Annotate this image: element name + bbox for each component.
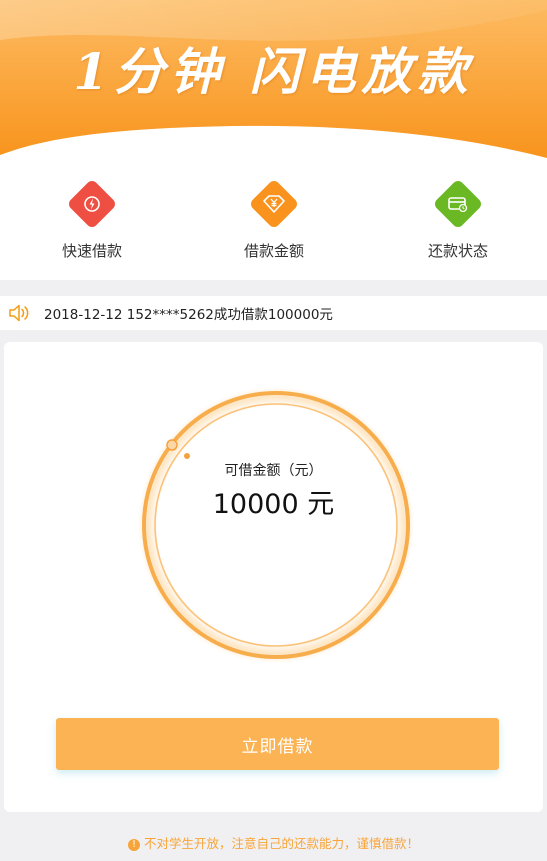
available-amount-value: 10000 元: [212, 489, 335, 520]
header-banner: 1分钟 闪电放款: [0, 0, 547, 160]
loan-card: 可借金额（元） 10000 元 立即借款: [4, 342, 543, 812]
footer-warning: ! 不对学生开放，注意自己的还款能力，谨慎借款！: [0, 833, 547, 852]
amount-ring: [138, 387, 414, 663]
menu-label: 快速借款: [61, 242, 122, 260]
menu-item-loan-amount[interactable]: 借款金额: [214, 178, 334, 261]
banner-title: 1分钟 闪电放款: [73, 42, 474, 101]
borrow-now-button[interactable]: 立即借款: [56, 718, 499, 770]
menu-item-quick-loan[interactable]: 快速借款: [32, 178, 152, 261]
lightning-icon: [66, 178, 118, 230]
notice-bar: 2018-12-12 152****5262成功借款100000元: [0, 296, 547, 330]
quick-menu: 快速借款 借款金额 还款状态: [0, 160, 547, 280]
menu-label: 借款金额: [243, 242, 304, 260]
menu-label: 还款状态: [427, 242, 488, 260]
card-status-icon: [432, 178, 484, 230]
speaker-icon: [8, 302, 32, 324]
available-amount-label: 可借金额（元）: [224, 463, 323, 479]
warning-text: 不对学生开放，注意自己的还款能力，谨慎借款！: [143, 836, 419, 851]
menu-item-repayment-status[interactable]: 还款状态: [398, 178, 518, 261]
warning-icon: !: [127, 838, 140, 851]
yen-tag-icon: [248, 178, 300, 230]
notice-text: 2018-12-12 152****5262成功借款100000元: [44, 307, 333, 323]
